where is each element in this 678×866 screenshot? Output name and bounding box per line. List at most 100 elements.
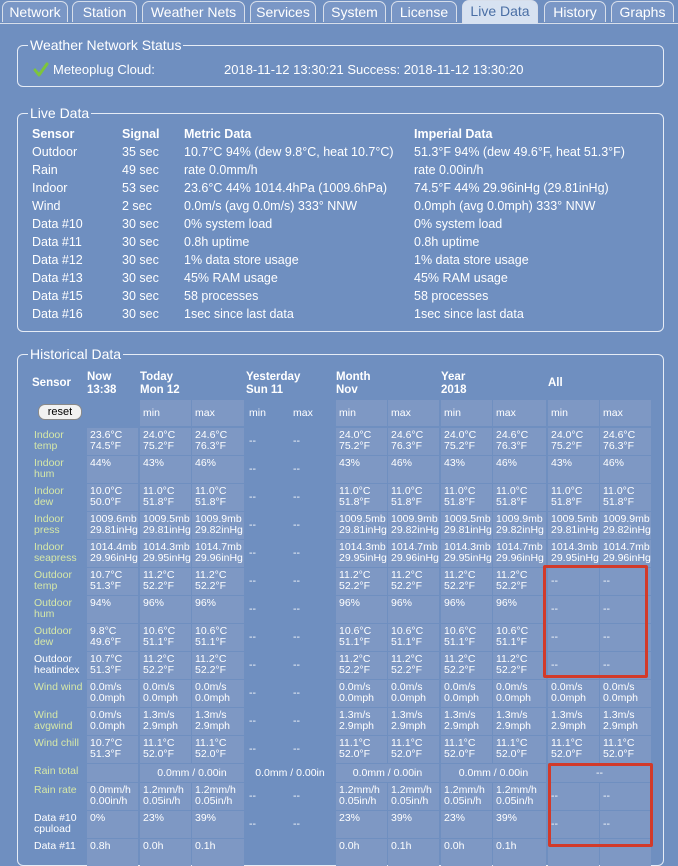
cell-line1: --: [293, 463, 300, 475]
cell-line2: 52.2°F: [444, 580, 476, 592]
row-label-line2: dew: [34, 636, 54, 648]
hist-row-cell: 10.6°C 51.1°F: [140, 624, 191, 651]
tab-live-data[interactable]: Live Data: [462, 0, 538, 24]
hist-row-cell: --: [290, 428, 334, 455]
live-imperial: 1sec since last data: [414, 307, 524, 321]
hist-row-cell: 1014.3mb 29.95inHg: [548, 540, 599, 567]
hist-col-header-line2: 13:38: [87, 384, 117, 396]
cell-line2: 74.5°F: [90, 440, 122, 452]
tab-services[interactable]: Services: [250, 1, 316, 22]
cell-line1: 96%: [195, 597, 217, 609]
tab-license[interactable]: License: [391, 1, 457, 22]
cell-line1: 0.0h: [339, 840, 360, 852]
cell-line1: --: [293, 435, 300, 447]
hist-row-cell: 11.1°C 52.0°F: [388, 736, 439, 763]
cell-line2: 51.8°F: [603, 496, 635, 508]
cell-line1: --: [293, 519, 300, 531]
hist-row-cell: 46%: [388, 456, 439, 483]
hist-row-cell: 11.2°C 52.2°F: [441, 652, 492, 679]
live-metric: 45% RAM usage: [184, 271, 278, 285]
hist-row-cell: 43%: [441, 456, 492, 483]
cell-line1: 43%: [339, 457, 361, 469]
cell-line2: 52.0°F: [444, 748, 476, 760]
rain-rate-row-cell: 1.2mm/h 0.05in/h: [441, 783, 492, 810]
live-sensor: Indoor: [32, 181, 68, 195]
cell-line2: 0.05in/h: [496, 795, 534, 807]
hist-row-cell: 11.2°C 52.2°F: [336, 568, 387, 595]
hist-max-label: max: [493, 400, 546, 426]
weather-network-status-legend: Weather Network Status: [30, 37, 182, 53]
data10-row-cell: --: [246, 811, 289, 838]
hist-row-cell: 24.0°C 75.2°F: [441, 428, 492, 455]
hist-row-cell: 0.0m/s 0.0mph: [441, 680, 492, 707]
hist-row-cell: 11.1°C 52.0°F: [192, 736, 244, 763]
live-header-sensor: Sensor: [32, 127, 75, 141]
live-metric: rate 0.0mm/h: [184, 163, 258, 177]
cell-line2: 52.2°F: [195, 664, 227, 676]
highlight-box-outdoor-all: [543, 565, 648, 678]
hist-row-cell: --: [246, 512, 289, 539]
cell-line2: 2.9mph: [195, 720, 231, 732]
row-label-line2: dew: [34, 496, 54, 508]
live-header-signal: Signal: [122, 127, 160, 141]
tab-weather-nets[interactable]: Weather Nets: [142, 1, 245, 22]
cell-line1: --: [293, 575, 300, 587]
cell-line2: 76.3°F: [603, 440, 635, 452]
hist-min-label: min: [441, 400, 492, 426]
highlight-box-rain-all: [548, 763, 653, 847]
cell-line2: 2.9mph: [391, 720, 427, 732]
live-header-imperial-data: Imperial Data: [414, 127, 493, 141]
hist-row-cell: 11.2°C 52.2°F: [441, 568, 492, 595]
cell-line2: 0.00in/h: [90, 795, 128, 807]
tab-graphs[interactable]: Graphs: [611, 1, 674, 22]
hist-max-label: max: [192, 400, 244, 426]
cell-line1: --: [293, 659, 300, 671]
cell-line2: 2.9mph: [496, 720, 532, 732]
rain-rate-row-cell: 1.2mm/h 0.05in/h: [388, 783, 439, 810]
tab-history[interactable]: History: [544, 1, 606, 22]
hist-row-cell: 96%: [336, 596, 387, 623]
hist-row-cell: 1009.5mb 29.81inHg: [140, 512, 191, 539]
cell-line2: 52.0°F: [391, 748, 423, 760]
live-signal: 30 sec: [122, 289, 159, 303]
cell-line1: 96%: [391, 597, 413, 609]
cell-line1: --: [249, 575, 256, 587]
hist-row-cell: 1009.9mb 29.82inHg: [493, 512, 546, 539]
row-label-line1: Rain rate: [34, 784, 77, 796]
hist-row-cell: --: [290, 456, 334, 483]
hist-row-cell: 1009.9mb 29.82inHg: [600, 512, 651, 539]
hist-col-header-line2: Nov: [336, 384, 358, 396]
live-metric: 0.8h uptime: [184, 235, 250, 249]
row-label-line2: hum: [34, 608, 55, 620]
tab-station[interactable]: Station: [72, 1, 137, 22]
hist-row-cell: 1.3m/s 2.9mph: [388, 708, 439, 735]
hist-row-cell: 1.3m/s 2.9mph: [192, 708, 244, 735]
cell-line2: 2.9mph: [444, 720, 480, 732]
live-sensor: Data #12: [32, 253, 83, 267]
hist-row-label: Outdoor temp: [31, 568, 86, 595]
rain-rate-row-cell: 1.2mm/h 0.05in/h: [493, 783, 546, 810]
hist-row-cell: 46%: [192, 456, 244, 483]
cell-line1: --: [293, 715, 300, 727]
cell-line1: --: [249, 687, 256, 699]
tab-system[interactable]: System: [323, 1, 386, 22]
cell-line1: --: [293, 631, 300, 643]
historical-data-legend: Historical Data: [30, 346, 122, 362]
cell-line1: 39%: [496, 812, 518, 824]
row-label-line1: Wind wind: [34, 681, 83, 693]
cell-line1: --: [249, 715, 256, 727]
hist-row-cell: --: [246, 568, 289, 595]
cell-line2: 29.95inHg: [444, 552, 492, 564]
hist-row-cell: 96%: [441, 596, 492, 623]
tab-network[interactable]: Network: [2, 1, 68, 22]
hist-row-cell: 11.0°C 51.8°F: [192, 484, 244, 511]
hist-row-cell: 11.2°C 52.2°F: [493, 568, 546, 595]
reset-button[interactable]: reset: [38, 404, 82, 420]
hist-row-cell: 24.0°C 75.2°F: [140, 428, 191, 455]
rain-rate-row-cell: --: [246, 783, 289, 810]
data11-row-cell: 0.0h: [441, 839, 492, 866]
hist-row-cell: 1014.3mb 29.95inHg: [336, 540, 387, 567]
hist-row-cell: 1009.5mb 29.81inHg: [441, 512, 492, 539]
data10-row-cell: 39%: [388, 811, 439, 838]
cell-line2: 51.8°F: [195, 496, 227, 508]
